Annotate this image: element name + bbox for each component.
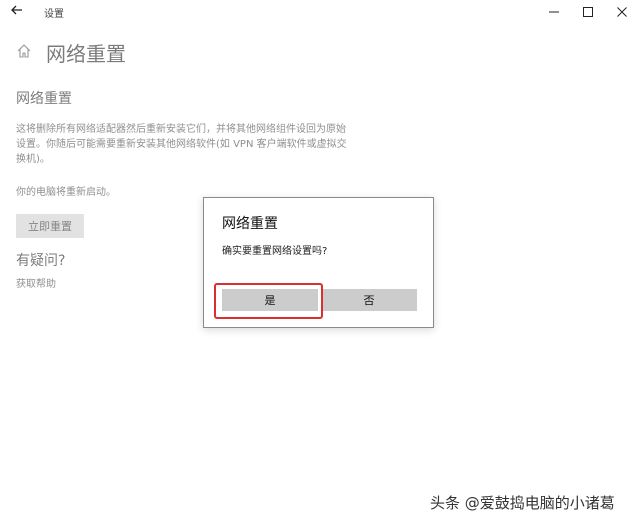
confirm-dialog: 网络重置 确实要重置网络设置吗? 是 否 <box>203 197 434 328</box>
reset-now-button[interactable]: 立即重置 <box>16 214 84 238</box>
no-button[interactable]: 否 <box>321 289 417 311</box>
dialog-title: 网络重置 <box>222 216 278 232</box>
watermark: 头条 @爱鼓捣电脑的小诸葛 <box>430 494 615 512</box>
close-icon[interactable] <box>612 2 632 22</box>
dialog-message: 确实要重置网络设置吗? <box>222 246 328 257</box>
get-help-link[interactable]: 获取帮助 <box>16 275 56 290</box>
minimize-icon[interactable] <box>544 2 564 22</box>
page-title: 网络重置 <box>46 42 126 66</box>
section-heading: 网络重置 <box>16 91 72 107</box>
help-heading: 有疑问? <box>16 253 66 269</box>
title-bar: 设置 <box>0 0 640 24</box>
maximize-icon[interactable] <box>578 2 598 22</box>
back-arrow-icon[interactable] <box>8 3 26 21</box>
window-title: 设置 <box>44 9 64 20</box>
restart-note: 你的电脑将重新启动。 <box>16 187 116 198</box>
home-icon[interactable] <box>16 43 32 59</box>
description-text: 这将删除所有网络适配器然后重新安装它们，并将其他网络组件设回为原始设置。你随后可… <box>16 124 347 165</box>
settings-window: 设置 网络重置 网络重置 这将删除所有网络适配器然后重新安装它们，并将其他网络组… <box>0 0 640 526</box>
yes-button[interactable]: 是 <box>222 289 318 311</box>
